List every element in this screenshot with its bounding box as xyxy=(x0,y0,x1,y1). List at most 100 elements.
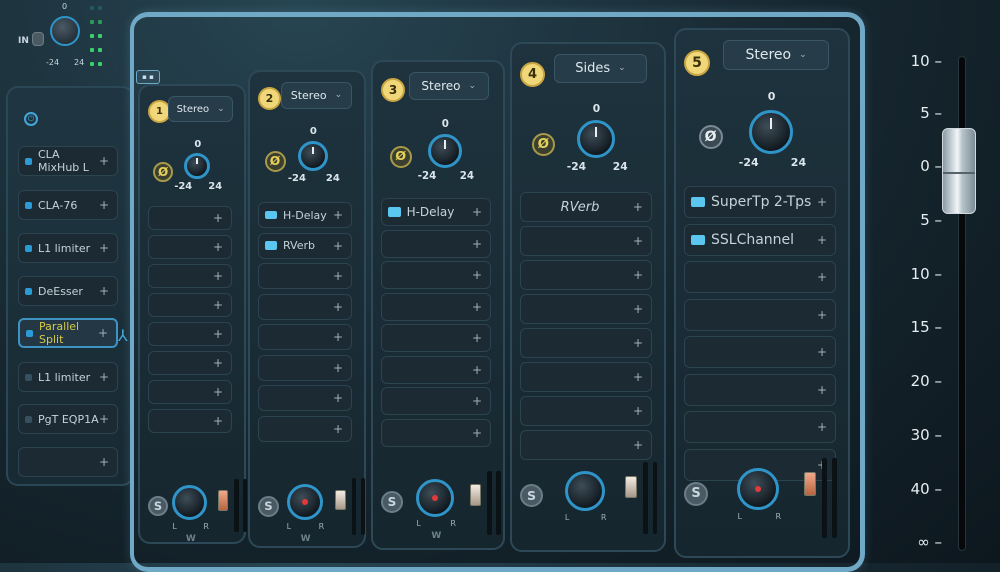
lane-plugin-slot[interactable]: + xyxy=(684,261,836,293)
add-plugin-icon[interactable]: + xyxy=(472,331,482,345)
phase-invert-button[interactable]: Ø xyxy=(698,125,723,150)
lane-mode-select[interactable]: Stereo ⌄ xyxy=(408,72,489,100)
lane-plugin-slot[interactable]: + xyxy=(381,261,491,289)
chain-slot[interactable]: + xyxy=(18,447,118,477)
pan-knob[interactable] xyxy=(286,484,323,521)
lane-plugin-slot[interactable]: + xyxy=(258,263,352,289)
slot-toggle-icon[interactable] xyxy=(265,210,278,220)
lane-mode-select[interactable]: Stereo ⌄ xyxy=(723,40,829,70)
add-plugin-icon[interactable]: + xyxy=(472,426,482,440)
lane-gain-knob[interactable] xyxy=(297,140,328,171)
lane-plugin-slot[interactable]: + xyxy=(148,264,232,288)
lane-plugin-slot[interactable]: SuperTp 2-Tps + xyxy=(684,186,836,218)
lane-gain-knob[interactable] xyxy=(748,110,793,154)
slot-toggle-icon[interactable] xyxy=(691,234,705,245)
add-plugin-icon[interactable]: + xyxy=(213,269,223,283)
add-plugin-icon[interactable]: + xyxy=(472,300,482,314)
add-plugin-icon[interactable]: + xyxy=(213,211,223,225)
chain-slot[interactable]: CLA-76 + xyxy=(18,190,118,220)
lane-plugin-slot[interactable]: + xyxy=(258,324,352,350)
phase-invert-button[interactable]: Ø xyxy=(153,161,174,182)
lane-plugin-slot[interactable]: + xyxy=(520,396,652,426)
lane-plugin-slot[interactable]: + xyxy=(684,373,836,406)
phase-invert-button[interactable]: Ø xyxy=(389,145,412,168)
lane-plugin-slot[interactable]: + xyxy=(148,380,232,404)
add-plugin-icon[interactable]: + xyxy=(213,327,223,341)
lane-plugin-slot[interactable]: + xyxy=(520,294,652,324)
add-plugin-icon[interactable]: + xyxy=(817,195,827,209)
slot-toggle-icon[interactable] xyxy=(25,373,32,381)
slot-toggle-icon[interactable] xyxy=(265,241,278,250)
add-plugin-icon[interactable]: + xyxy=(333,361,343,375)
pan-knob[interactable] xyxy=(172,484,208,520)
add-plugin-icon[interactable]: + xyxy=(633,268,643,282)
lane-plugin-slot[interactable]: SSLChannel + xyxy=(684,223,836,256)
input-phase-button[interactable] xyxy=(32,32,44,46)
split-frame-tab[interactable]: ▪ ▪ xyxy=(136,70,160,84)
lane-plugin-slot[interactable]: + xyxy=(148,293,232,317)
lane-gain-knob[interactable] xyxy=(427,133,462,168)
lane-plugin-slot[interactable]: RVerb + xyxy=(520,192,652,222)
chain-slot[interactable]: L1 limiter + xyxy=(18,362,118,392)
lane-mode-select[interactable]: Stereo ⌄ xyxy=(281,82,352,109)
lane-plugin-slot[interactable]: + xyxy=(381,355,491,384)
lane-plugin-slot[interactable]: + xyxy=(148,322,232,346)
lane-volume-fader[interactable] xyxy=(470,484,482,506)
add-plugin-icon[interactable]: + xyxy=(99,241,109,255)
lane-plugin-slot[interactable]: + xyxy=(148,206,232,230)
lane-volume-fader[interactable] xyxy=(625,475,637,499)
lane-plugin-slot[interactable]: + xyxy=(520,430,652,460)
add-plugin-icon[interactable]: + xyxy=(98,326,108,340)
solo-button[interactable]: S xyxy=(258,495,279,517)
add-plugin-icon[interactable]: + xyxy=(333,269,343,283)
add-plugin-icon[interactable]: + xyxy=(99,412,109,426)
add-plugin-icon[interactable]: + xyxy=(817,308,827,322)
add-plugin-icon[interactable]: + xyxy=(333,391,343,405)
add-plugin-icon[interactable]: + xyxy=(99,370,109,384)
lane-plugin-slot[interactable]: + xyxy=(381,292,491,321)
add-plugin-icon[interactable]: + xyxy=(213,414,223,428)
lane-plugin-slot[interactable]: H-Delay + xyxy=(258,202,352,228)
chain-slot[interactable]: Parallel Split + xyxy=(18,318,118,348)
input-gain-knob[interactable] xyxy=(50,16,80,46)
lane-volume-fader[interactable] xyxy=(804,472,817,496)
lane-plugin-slot[interactable]: + xyxy=(381,324,491,352)
lane-mode-select[interactable]: Stereo ⌄ xyxy=(168,96,234,123)
add-plugin-icon[interactable]: + xyxy=(333,239,343,253)
slot-toggle-icon[interactable] xyxy=(388,207,401,217)
add-plugin-icon[interactable]: + xyxy=(99,455,109,469)
add-plugin-icon[interactable]: + xyxy=(817,233,827,247)
add-plugin-icon[interactable]: + xyxy=(817,270,827,284)
solo-button[interactable]: S xyxy=(381,491,403,514)
add-plugin-icon[interactable]: + xyxy=(99,154,109,168)
add-plugin-icon[interactable]: + xyxy=(472,394,482,408)
add-plugin-icon[interactable]: + xyxy=(472,237,482,251)
lane-gain-knob[interactable] xyxy=(576,120,615,159)
lane-plugin-slot[interactable]: + xyxy=(520,226,652,256)
lane-plugin-slot[interactable]: + xyxy=(684,298,836,331)
add-plugin-icon[interactable]: + xyxy=(213,356,223,370)
slot-toggle-icon[interactable] xyxy=(25,415,32,423)
chain-slot[interactable]: L1 limiter + xyxy=(18,233,118,263)
add-plugin-icon[interactable]: + xyxy=(633,200,643,214)
lane-plugin-slot[interactable]: + xyxy=(520,362,652,392)
add-plugin-icon[interactable]: + xyxy=(633,234,643,248)
add-plugin-icon[interactable]: + xyxy=(472,268,482,282)
add-plugin-icon[interactable]: + xyxy=(633,370,643,384)
lane-plugin-slot[interactable]: + xyxy=(258,293,352,320)
add-plugin-icon[interactable]: + xyxy=(472,205,482,219)
add-plugin-icon[interactable]: + xyxy=(633,404,643,418)
phase-invert-button[interactable]: Ø xyxy=(264,151,286,173)
lane-plugin-slot[interactable]: + xyxy=(258,354,352,381)
chain-slot[interactable]: PgT EQP1A + xyxy=(18,404,118,434)
lane-plugin-slot[interactable]: + xyxy=(148,235,232,259)
add-plugin-icon[interactable]: + xyxy=(213,298,223,312)
slot-toggle-icon[interactable] xyxy=(25,244,32,252)
lane-plugin-slot[interactable]: + xyxy=(148,409,232,433)
lane-plugin-slot[interactable]: + xyxy=(684,411,836,443)
add-plugin-icon[interactable]: + xyxy=(472,363,482,377)
lane-plugin-slot[interactable]: + xyxy=(684,336,836,368)
slot-toggle-icon[interactable] xyxy=(25,157,32,165)
pan-knob[interactable] xyxy=(564,471,605,512)
lane-plugin-slot[interactable]: + xyxy=(381,229,491,258)
